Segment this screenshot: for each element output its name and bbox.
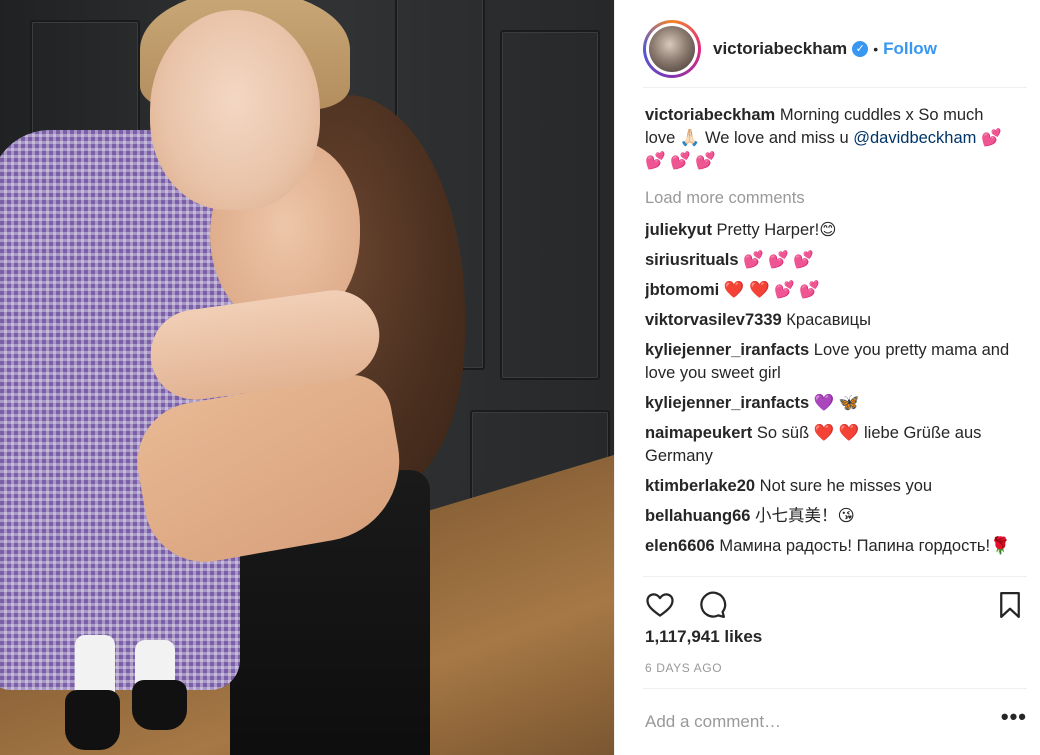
bookmark-icon[interactable] — [993, 588, 1027, 622]
heart-icon[interactable] — [643, 588, 677, 622]
comment-text: ❤️ ❤️ 💕 💕 — [723, 281, 820, 299]
verified-badge-icon: ✓ — [852, 40, 869, 57]
comment-username[interactable]: kyliejenner_iranfacts — [645, 341, 809, 359]
post-header: victoriabeckham ✓ • Follow — [643, 10, 1027, 88]
comments-list[interactable]: victoriabeckham Morning cuddles x So muc… — [645, 104, 1011, 576]
comment: naimapeukert So süß ❤️ ❤️ liebe Grüße au… — [645, 422, 1011, 468]
load-more-comments-button[interactable]: Load more comments — [645, 187, 1011, 210]
post-timestamp[interactable]: 6 DAYS AGO — [645, 661, 722, 675]
comment-text: 小七真美！😘 — [755, 507, 855, 525]
comment-text: 💜 🦋 — [813, 394, 860, 412]
comment: kyliejenner_iranfacts 💜 🦋 — [645, 392, 1011, 415]
comment: jbtomomi ❤️ ❤️ 💕 💕 — [645, 279, 1011, 302]
separator-dot: • — [873, 40, 879, 57]
comment-username[interactable]: jbtomomi — [645, 281, 719, 299]
avatar[interactable] — [643, 19, 701, 78]
comment-username[interactable]: bellahuang66 — [645, 507, 750, 525]
comment-input[interactable] — [643, 712, 963, 732]
comment-text: 💕 💕 💕 — [743, 251, 814, 269]
caption-username[interactable]: victoriabeckham — [645, 106, 775, 124]
likes-count[interactable]: 1,117,941 likes — [645, 627, 762, 647]
comment: bellahuang66 小七真美！😘 — [645, 505, 1011, 528]
comment-username[interactable]: naimapeukert — [645, 424, 752, 442]
avatar-image — [649, 25, 695, 72]
follow-button[interactable]: Follow — [883, 39, 937, 59]
post-actions — [643, 576, 1027, 632]
comment-username[interactable]: elen6606 — [645, 537, 715, 555]
comment: kyliejenner_iranfacts Love you pretty ma… — [645, 339, 1011, 385]
comment: viktorvasilev7339 Красавицы — [645, 309, 1011, 332]
shoe — [132, 680, 187, 730]
comment: siriusrituals 💕 💕 💕 — [645, 249, 1011, 272]
comment-text: Мамина радость! Папина гордость!🌹 — [719, 537, 1011, 555]
girl-face — [150, 10, 320, 210]
post-photo[interactable] — [0, 0, 614, 755]
comment-text: Pretty Harper!😊 — [716, 221, 837, 239]
caption-mention-link[interactable]: @davidbeckham — [853, 129, 976, 147]
comment: elen6606 Мамина радость! Папина гордость… — [645, 535, 1011, 558]
comment-username[interactable]: juliekyut — [645, 221, 712, 239]
comment-username[interactable]: ktimberlake20 — [645, 477, 755, 495]
post-sidebar: victoriabeckham ✓ • Follow victoriabeckh… — [614, 0, 1040, 755]
comment-username[interactable]: viktorvasilev7339 — [645, 311, 782, 329]
post-caption: victoriabeckham Morning cuddles x So muc… — [645, 104, 1011, 173]
header-username[interactable]: victoriabeckham — [713, 39, 847, 59]
comment: ktimberlake20 Not sure he misses you — [645, 475, 1011, 498]
comment-username[interactable]: kyliejenner_iranfacts — [645, 394, 809, 412]
cabinet-panel — [500, 30, 600, 380]
comment-text: Not sure he misses you — [759, 477, 933, 495]
avatar-inner — [646, 22, 698, 75]
more-options-button[interactable]: ••• — [1001, 704, 1027, 740]
comment: juliekyut Pretty Harper!😊 — [645, 219, 1011, 242]
add-comment-bar: ••• — [643, 688, 1027, 755]
shoe — [65, 690, 120, 750]
comment-bubble-icon[interactable] — [695, 588, 729, 622]
comment-username[interactable]: siriusrituals — [645, 251, 739, 269]
comment-text: Красавицы — [786, 311, 871, 329]
